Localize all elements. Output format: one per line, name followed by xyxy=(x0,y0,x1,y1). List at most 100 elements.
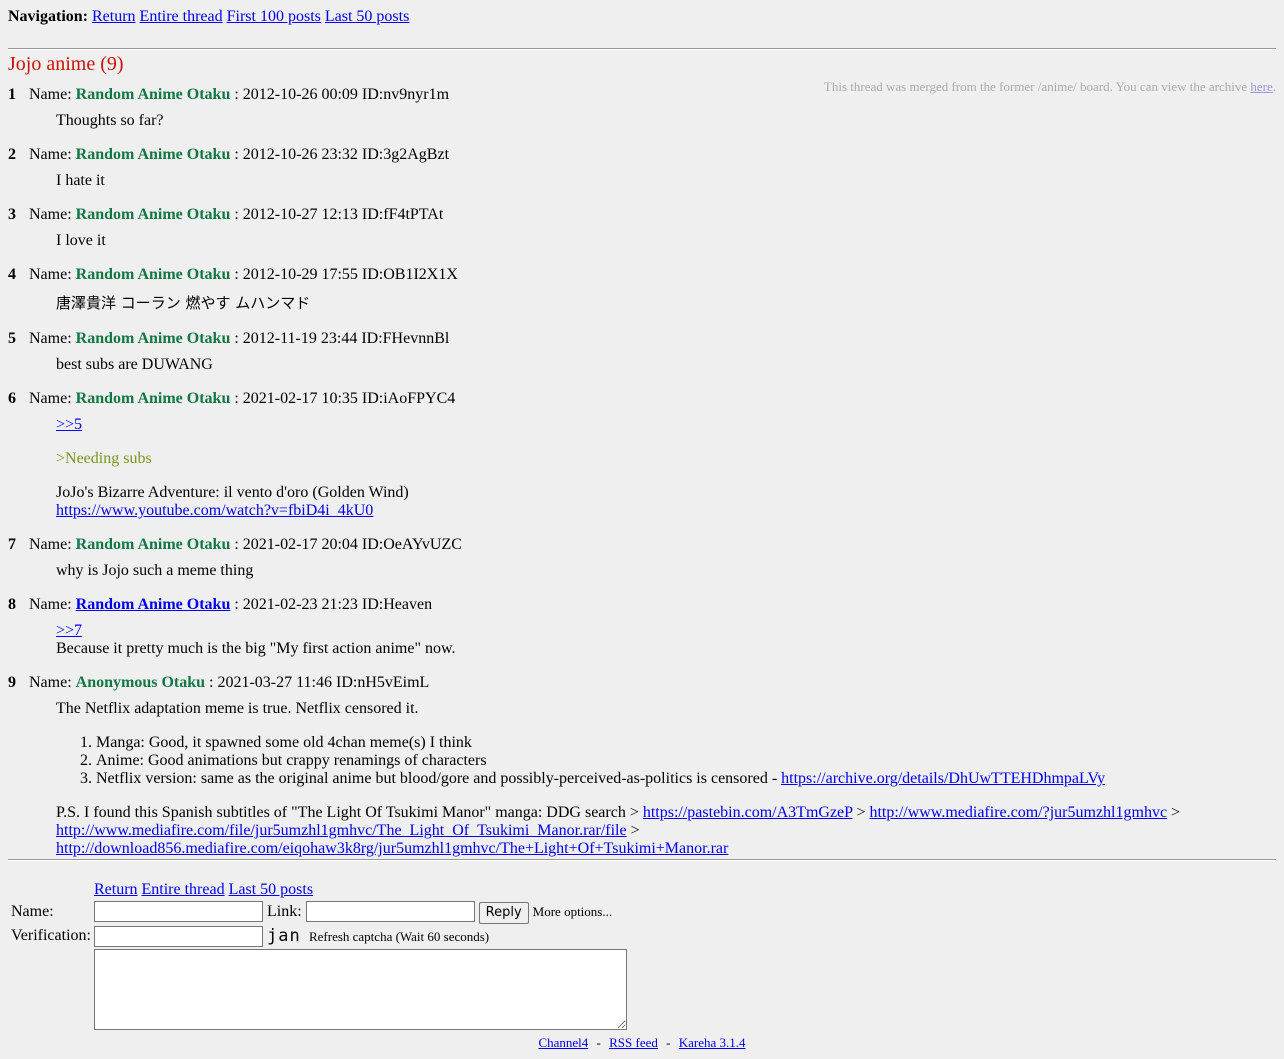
name-label: Name: xyxy=(29,266,72,283)
post-meta: : 2012-10-29 17:55 ID:OB1I2X1X xyxy=(234,266,458,283)
post-number[interactable]: 6 xyxy=(8,390,25,408)
post-number[interactable]: 5 xyxy=(8,330,25,348)
post: 2 Name: Random Anime Otaku : 2012-10-26 … xyxy=(8,146,1276,190)
post-text: I hate it xyxy=(56,172,105,189)
post-header: 9 Name: Anonymous Otaku : 2021-03-27 11:… xyxy=(8,674,1276,692)
footer-separator: - xyxy=(666,1035,671,1050)
poster-name: Random Anime Otaku xyxy=(75,536,231,553)
post-header: 8 Name: Random Anime Otaku : 2021-02-23 … xyxy=(8,596,1276,614)
post-number[interactable]: 8 xyxy=(8,596,25,614)
ps-text: P.S. I found this Spanish subtitles of "… xyxy=(56,804,643,821)
poster-name: Random Anime Otaku xyxy=(75,206,231,223)
post-header: 7 Name: Random Anime Otaku : 2021-02-17 … xyxy=(8,536,1276,554)
post-text: Because it pretty much is the big "My fi… xyxy=(56,640,456,657)
post-number[interactable]: 7 xyxy=(8,536,25,554)
separator: > xyxy=(1167,804,1181,821)
name-field-label: Name: xyxy=(11,903,54,921)
poster-name-link[interactable]: Random Anime Otaku xyxy=(76,596,231,613)
archive-link[interactable]: here xyxy=(1250,79,1272,94)
divider xyxy=(8,48,1276,50)
post-header: 2 Name: Random Anime Otaku : 2012-10-26 … xyxy=(8,146,1276,164)
link-input[interactable] xyxy=(305,901,475,922)
post-header: 5 Name: Random Anime Otaku : 2012-11-19 … xyxy=(8,330,1276,348)
post-header: 6 Name: Random Anime Otaku : 2021-02-17 … xyxy=(8,390,1276,408)
footer-kareha-link[interactable]: Kareha 3.1.4 xyxy=(679,1035,746,1050)
post-meta: : 2021-02-23 21:23 ID:Heaven xyxy=(234,596,433,613)
archive-org-link[interactable]: https://archive.org/details/DhUwTTEHDhmp… xyxy=(781,770,1105,787)
nav-return-link[interactable]: Return xyxy=(92,8,136,25)
name-input[interactable] xyxy=(93,901,263,922)
reply-form: Return Entire thread Last 50 posts Name:… xyxy=(8,879,630,1037)
reply-button[interactable]: Reply xyxy=(478,901,529,924)
form-last-50-link[interactable]: Last 50 posts xyxy=(229,881,313,898)
post-number[interactable]: 3 xyxy=(8,206,25,224)
thread-title: Jojo anime (9) xyxy=(8,53,124,75)
navigation-bar: Navigation: Return Entire thread First 1… xyxy=(8,8,1276,28)
list-item: Anime: Good animations but crappy renami… xyxy=(96,752,1276,770)
mediafire-download-link[interactable]: http://download856.mediafire.com/eiqohaw… xyxy=(56,840,728,857)
post-text: I love it xyxy=(56,232,106,249)
name-label: Name: xyxy=(29,596,72,613)
captcha-image: jan xyxy=(266,925,301,946)
separator: > xyxy=(626,822,640,839)
post-meta: : 2012-10-27 12:13 ID:fF4tPTAt xyxy=(234,206,444,223)
pastebin-link[interactable]: https://pastebin.com/A3TmGzeP xyxy=(643,804,853,821)
more-options-toggle[interactable]: More options... xyxy=(533,904,612,919)
reply-link[interactable]: >>7 xyxy=(56,622,82,639)
archive-notice: This thread was merged from the former /… xyxy=(824,79,1276,95)
post: 7 Name: Random Anime Otaku : 2021-02-17 … xyxy=(8,536,1276,580)
separator: > xyxy=(852,804,870,821)
name-label: Name: xyxy=(29,674,72,691)
post: 3 Name: Random Anime Otaku : 2012-10-27 … xyxy=(8,206,1276,250)
post: 6 Name: Random Anime Otaku : 2021-02-17 … xyxy=(8,390,1276,520)
name-label: Name: xyxy=(29,86,72,103)
post-number[interactable]: 4 xyxy=(8,266,25,284)
youtube-link[interactable]: https://www.youtube.com/watch?v=fbiD4i_4… xyxy=(56,502,373,519)
archive-notice-end: . xyxy=(1272,79,1276,94)
refresh-captcha-link[interactable]: Refresh captcha (Wait 60 seconds) xyxy=(309,929,489,944)
reply-link[interactable]: >>5 xyxy=(56,416,82,433)
divider xyxy=(8,859,1276,861)
post-body: I love it xyxy=(56,232,1276,250)
post-body: >>7 Because it pretty much is the big "M… xyxy=(56,622,1276,658)
post-body: I hate it xyxy=(56,172,1276,190)
post-body: >>5 >Needing subs JoJo's Bizarre Adventu… xyxy=(56,416,1276,520)
post-number[interactable]: 2 xyxy=(8,146,25,164)
greentext-quote: >Needing subs xyxy=(56,450,152,467)
comment-textarea[interactable] xyxy=(93,948,627,1030)
post: 4 Name: Random Anime Otaku : 2012-10-29 … xyxy=(8,266,1276,313)
numbered-list: Manga: Good, it spawned some old 4chan m… xyxy=(56,734,1276,788)
post-body: The Netflix adaptation meme is true. Net… xyxy=(56,700,1276,858)
post: 8 Name: Random Anime Otaku : 2021-02-23 … xyxy=(8,596,1276,658)
name-label: Name: xyxy=(29,206,72,223)
post-header: 4 Name: Random Anime Otaku : 2012-10-29 … xyxy=(8,266,1276,284)
captcha-input[interactable] xyxy=(93,925,263,947)
nav-first-100-link[interactable]: First 100 posts xyxy=(227,8,321,25)
footer: Channel4 - RSS feed - Kareha 3.1.4 xyxy=(0,1035,1284,1051)
navigation-label: Navigation: xyxy=(8,8,88,25)
post: 9 Name: Anonymous Otaku : 2021-03-27 11:… xyxy=(8,674,1276,858)
post-body: why is Jojo such a meme thing xyxy=(56,562,1276,580)
post-number[interactable]: 9 xyxy=(8,674,25,692)
link-field-label: Link: xyxy=(266,903,302,920)
poster-name: Random Anime Otaku xyxy=(75,86,231,103)
footer-rss-link[interactable]: RSS feed xyxy=(609,1035,658,1050)
mediafire-link[interactable]: http://www.mediafire.com/?jur5umzhl1gmhv… xyxy=(869,804,1167,821)
post-meta: : 2012-10-26 00:09 ID:nv9nyr1m xyxy=(234,86,450,103)
post-text: JoJo's Bizarre Adventure: il vento d'oro… xyxy=(56,484,409,501)
post-number[interactable]: 1 xyxy=(8,86,25,104)
ps-paragraph: P.S. I found this Spanish subtitles of "… xyxy=(56,804,1276,858)
post-meta: : 2021-02-17 20:04 ID:OeAYvUZC xyxy=(234,536,462,553)
archive-notice-text: This thread was merged from the former /… xyxy=(823,79,1248,94)
poster-name: Random Anime Otaku xyxy=(75,390,231,407)
form-entire-thread-link[interactable]: Entire thread xyxy=(142,881,225,898)
poster-name: Anonymous Otaku xyxy=(75,674,206,691)
footer-channel4-link[interactable]: Channel4 xyxy=(538,1035,588,1050)
form-return-link[interactable]: Return xyxy=(94,881,138,898)
mediafire-file-link[interactable]: http://www.mediafire.com/file/jur5umzhl1… xyxy=(56,822,627,839)
nav-last-50-link[interactable]: Last 50 posts xyxy=(325,8,409,25)
list-item-text: Netflix version: same as the original an… xyxy=(96,770,782,787)
post-text: The Netflix adaptation meme is true. Net… xyxy=(56,700,419,717)
post-body: Thoughts so far? xyxy=(56,112,1276,130)
nav-entire-thread-link[interactable]: Entire thread xyxy=(140,8,223,25)
